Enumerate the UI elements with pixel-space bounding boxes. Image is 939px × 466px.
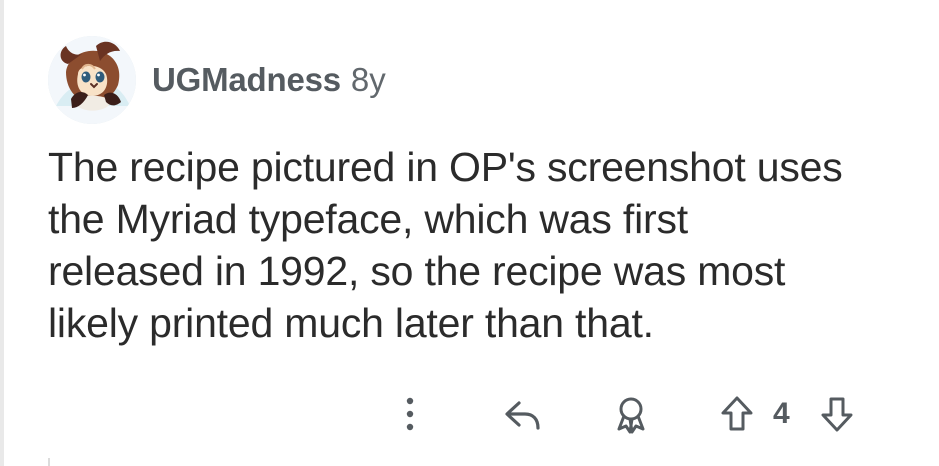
comment-body-line: The recipe pictured in OP's screenshot u… xyxy=(48,144,843,190)
comment-score: 4 xyxy=(773,397,790,430)
comment-author[interactable]: UGMadness xyxy=(152,61,341,99)
award-button[interactable] xyxy=(608,388,654,440)
comment-body-line: likely printed much later than that. xyxy=(48,300,654,346)
avatar[interactable] xyxy=(48,36,136,124)
thread-line xyxy=(0,0,4,466)
comment-age: 8y xyxy=(350,61,386,98)
comment-actions: 4 xyxy=(388,388,878,440)
reply-icon xyxy=(505,401,540,430)
reply-button[interactable] xyxy=(498,388,548,440)
upvote-arrow-icon xyxy=(721,396,753,431)
comment-body-line: the Myriad typeface, which was first xyxy=(48,196,688,242)
downvote-button[interactable] xyxy=(815,388,859,440)
comment-header: UGMadness 8y xyxy=(48,34,386,126)
comment-body-line: released in 1992, so the recipe was most xyxy=(48,248,786,294)
downvote-arrow-icon xyxy=(821,397,853,432)
award-icon xyxy=(617,397,645,434)
more-options-button[interactable] xyxy=(388,388,432,440)
more-options-icon xyxy=(406,397,414,431)
thread-line-bottom xyxy=(48,458,50,466)
comment-body: The recipe pictured in OP's screenshot u… xyxy=(48,141,918,349)
upvote-button[interactable] xyxy=(715,388,759,440)
